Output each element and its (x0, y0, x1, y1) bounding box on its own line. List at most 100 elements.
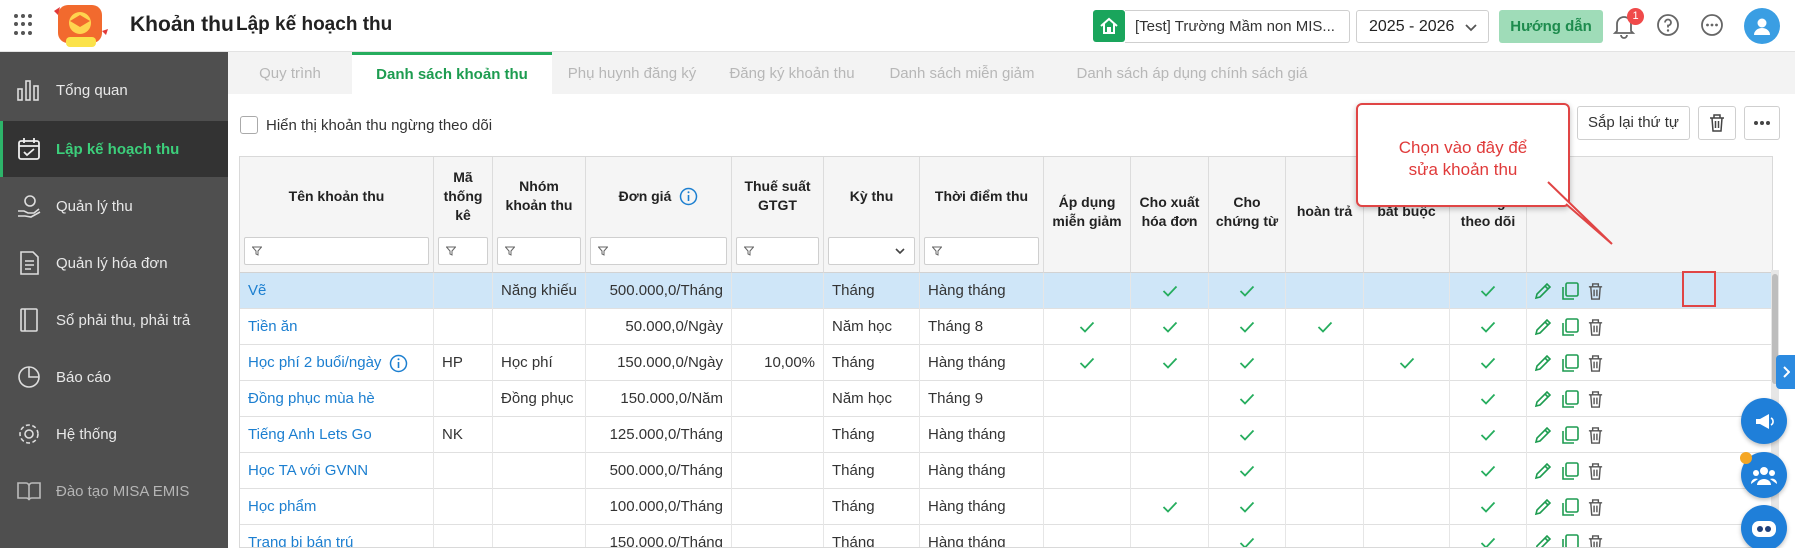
sidebar-item-ledger[interactable]: Sổ phải thu, phải trả (0, 292, 228, 348)
cell-check (1364, 309, 1450, 345)
trash-icon[interactable] (1587, 354, 1604, 373)
filter-time-input[interactable] (924, 237, 1039, 265)
cell-code (434, 453, 493, 489)
apps-grid-icon[interactable] (14, 14, 36, 36)
reorder-button[interactable]: Sắp lại thứ tự (1577, 106, 1690, 140)
sidebar-item-system[interactable]: Hệ thống (0, 406, 228, 462)
sidebar-item-invoice[interactable]: Quản lý hóa đơn (0, 235, 228, 291)
table-row[interactable]: Học phẩm 100.000,0/Tháng Tháng Hàng tháng (240, 489, 1772, 525)
trash-icon[interactable] (1587, 390, 1604, 409)
check-icon (1239, 429, 1255, 441)
filter-code-input[interactable] (438, 237, 488, 265)
filter-group-input[interactable] (497, 237, 581, 265)
copy-icon[interactable] (1560, 425, 1580, 445)
filter-period-select[interactable] (828, 237, 915, 265)
assistant-fab[interactable] (1741, 505, 1787, 548)
pencil-icon[interactable] (1533, 353, 1553, 373)
cell-name[interactable]: Đồng phục mùa hè (240, 381, 434, 417)
announcement-fab[interactable] (1741, 398, 1787, 444)
cell-vat (732, 453, 824, 489)
tab-process[interactable]: Quy trình (228, 52, 352, 94)
cell-name[interactable]: Tiền ăn (240, 309, 434, 345)
table-row[interactable]: Vẽ Năng khiếu 500.000,0/Tháng Tháng Hàng thá… (240, 273, 1772, 309)
info-icon[interactable] (389, 354, 408, 373)
trash-icon[interactable] (1587, 534, 1604, 548)
fee-name-text[interactable]: Học phí 2 buổi/ngày (248, 354, 381, 371)
check-icon (1480, 501, 1496, 513)
cell-period: Tháng (824, 417, 920, 453)
more-options-icon[interactable] (1700, 13, 1724, 37)
cell-name[interactable]: Trang bị bán trú (240, 525, 434, 547)
copy-icon[interactable] (1560, 317, 1580, 337)
user-avatar-icon[interactable] (1744, 8, 1780, 44)
cell-name[interactable]: Vẽ (240, 273, 434, 309)
cell-name[interactable]: Tiếng Anh Lets Go (240, 417, 434, 453)
table-row[interactable]: Học phí 2 buổi/ngày HP Học phí 150.000,0/Ng… (240, 345, 1772, 381)
sidebar-item-report[interactable]: Báo cáo (0, 349, 228, 405)
tab-fee-register[interactable]: Đăng ký khoản thu (712, 52, 872, 94)
table-row[interactable]: Tiếng Anh Lets Go NK 125.000,0/Tháng Tháng H… (240, 417, 1772, 453)
table-row[interactable]: Tiền ăn 50.000,0/Ngày Năm học Tháng 8 (240, 309, 1772, 345)
cell-name[interactable]: Học phẩm (240, 489, 434, 525)
cell-group (493, 489, 586, 525)
copy-icon[interactable] (1560, 353, 1580, 373)
copy-icon[interactable] (1560, 461, 1580, 481)
copy-icon[interactable] (1560, 533, 1580, 548)
fee-table: Tên khoản thu Mã thống kê Nhóm khoản thu… (239, 156, 1773, 548)
table-row[interactable]: Trang bị bán trú 150.000,0/Tháng Tháng Hàng… (240, 525, 1772, 548)
sidebar-item-training[interactable]: Đào tạo MISA EMIS (0, 463, 228, 519)
filter-price-input[interactable] (590, 237, 727, 265)
tab-discount-list[interactable]: Danh sách miễn giảm (872, 52, 1052, 94)
school-home-icon[interactable] (1093, 10, 1125, 42)
sidebar-item-plan[interactable]: Lập kế hoạch thu (0, 121, 228, 177)
delete-button[interactable] (1698, 106, 1736, 140)
copy-icon[interactable] (1560, 281, 1580, 301)
sidebar-item-collect[interactable]: Quản lý thu (0, 178, 228, 234)
row-actions (1527, 453, 1627, 489)
cell-period: Tháng (824, 453, 920, 489)
help-icon[interactable] (1656, 13, 1680, 37)
trash-icon[interactable] (1587, 462, 1604, 481)
pencil-icon[interactable] (1533, 389, 1553, 409)
expand-panel-button[interactable] (1776, 355, 1795, 389)
tab-price-policy[interactable]: Danh sách áp dụng chính sách giá (1052, 52, 1332, 94)
trash-icon[interactable] (1587, 282, 1604, 301)
column-header-price: Đơn giá (586, 157, 732, 273)
show-inactive-checkbox[interactable] (240, 116, 258, 134)
pencil-icon[interactable] (1533, 281, 1553, 301)
copy-icon[interactable] (1560, 497, 1580, 517)
cell-group (493, 417, 586, 453)
trash-icon[interactable] (1587, 318, 1604, 337)
cell-group (493, 453, 586, 489)
more-actions-button[interactable] (1744, 106, 1780, 140)
copy-icon[interactable] (1560, 389, 1580, 409)
tab-fee-list[interactable]: Danh sách khoản thu (352, 52, 552, 94)
trash-icon[interactable] (1587, 426, 1604, 445)
info-icon[interactable] (679, 187, 698, 206)
pencil-icon[interactable] (1533, 497, 1553, 517)
table-row[interactable]: Học TA với GVNN 500.000,0/Tháng Tháng Hàng … (240, 453, 1772, 489)
filter-vat-input[interactable] (736, 237, 819, 265)
cell-name[interactable]: Học phí 2 buổi/ngày (240, 345, 434, 381)
school-select[interactable]: [Test] Trường Mầm non MIS... (1125, 10, 1350, 43)
cell-name[interactable]: Học TA với GVNN (240, 453, 434, 489)
cell-time: Hàng tháng (920, 453, 1044, 489)
tab-parent-register[interactable]: Phụ huynh đăng ký (552, 52, 712, 94)
sidebar-item-label: Tổng quan (56, 81, 128, 99)
filter-name-input[interactable] (244, 237, 429, 265)
pencil-icon[interactable] (1533, 317, 1553, 337)
pencil-icon[interactable] (1533, 461, 1553, 481)
school-year-select[interactable]: 2025 - 2026 (1356, 10, 1489, 43)
check-icon (1317, 321, 1332, 333)
pencil-icon[interactable] (1533, 425, 1553, 445)
cell-time: Hàng tháng (920, 489, 1044, 525)
filter-icon (252, 246, 262, 256)
table-row[interactable]: Đồng phục mùa hè Đồng phục 150.000,0/Năm Nă… (240, 381, 1772, 417)
guide-button[interactable]: Hướng dẫn (1499, 10, 1603, 43)
pencil-icon[interactable] (1533, 533, 1553, 548)
invoice-icon (14, 248, 44, 278)
cell-vat (732, 525, 824, 547)
trash-icon[interactable] (1587, 498, 1604, 517)
show-inactive-toggle[interactable]: Hiển thị khoản thu ngừng theo dõi (240, 116, 492, 134)
sidebar-item-overview[interactable]: Tổng quan (0, 62, 228, 118)
